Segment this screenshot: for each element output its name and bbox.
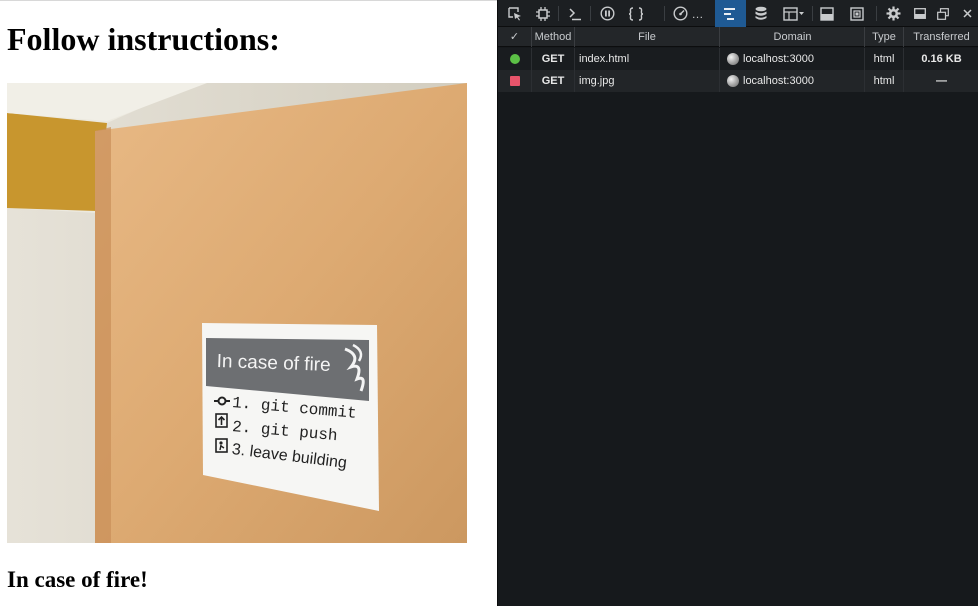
column-status[interactable]: ✓	[498, 27, 531, 47]
column-file[interactable]: File	[575, 27, 719, 47]
column-transferred[interactable]: Transferred	[904, 27, 978, 47]
style-editor-icon[interactable]	[622, 0, 650, 27]
layout-icon[interactable]	[778, 0, 810, 27]
undock-icon[interactable]	[932, 0, 954, 27]
network-table-header: ✓ Method File Domain Type Transferred	[498, 27, 978, 47]
request-file: index.html	[579, 53, 630, 65]
dock-icon[interactable]	[909, 0, 931, 27]
inspect-icon[interactable]	[502, 0, 528, 27]
request-domain: localhost:3000	[743, 75, 814, 87]
console-icon[interactable]	[562, 0, 588, 27]
debugger-icon[interactable]	[594, 0, 620, 27]
request-type: html	[873, 53, 895, 65]
column-method[interactable]: Method	[532, 27, 574, 47]
web-page: Follow instructions: In case of fire 1. …	[0, 0, 497, 606]
storage-icon[interactable]	[748, 0, 774, 27]
request-row[interactable]: GET index.html localhost:3000 html 0.16 …	[498, 48, 978, 70]
request-method: GET	[541, 75, 565, 87]
screenshot-icon[interactable]	[814, 0, 840, 27]
request-type: html	[873, 75, 895, 87]
request-transferred: —	[936, 75, 947, 87]
page-caption: In case of fire!	[7, 567, 148, 592]
request-domain-cell: localhost:3000	[720, 48, 864, 70]
fire-sign-photo: In case of fire 1. git commit 2. git pus…	[7, 83, 467, 543]
devtools-toolbar: …	[498, 0, 978, 27]
flame-icon	[344, 343, 365, 392]
request-file: img.jpg	[579, 75, 615, 87]
globe-icon	[727, 75, 739, 87]
settings-icon[interactable]	[880, 0, 906, 27]
performance-icon[interactable]: …	[668, 0, 708, 27]
request-domain: localhost:3000	[743, 53, 814, 65]
request-transferred: 0.16 KB	[921, 53, 962, 65]
exit-icon	[215, 438, 228, 453]
network-icon[interactable]	[715, 0, 746, 27]
status-error-icon	[510, 76, 520, 86]
devtools-panel: … ✓ Method File Domain Type Transferred …	[497, 0, 978, 606]
request-row[interactable]: GET img.jpg localhost:3000 html —	[498, 70, 978, 92]
more-tools-label[interactable]: …	[692, 7, 704, 21]
column-type[interactable]: Type	[865, 27, 903, 47]
frame-icon[interactable]	[844, 0, 870, 27]
request-method: GET	[541, 53, 565, 65]
status-ok-icon	[510, 54, 520, 64]
responsive-icon[interactable]	[530, 0, 556, 27]
column-domain[interactable]: Domain	[720, 27, 865, 47]
commit-icon	[214, 396, 230, 406]
sign-title: In case of fire	[216, 351, 331, 376]
page-heading: Follow instructions:	[7, 21, 280, 57]
globe-icon	[727, 53, 739, 65]
request-domain-cell: localhost:3000	[720, 70, 864, 92]
close-icon[interactable]	[956, 0, 978, 27]
push-icon	[215, 413, 228, 428]
